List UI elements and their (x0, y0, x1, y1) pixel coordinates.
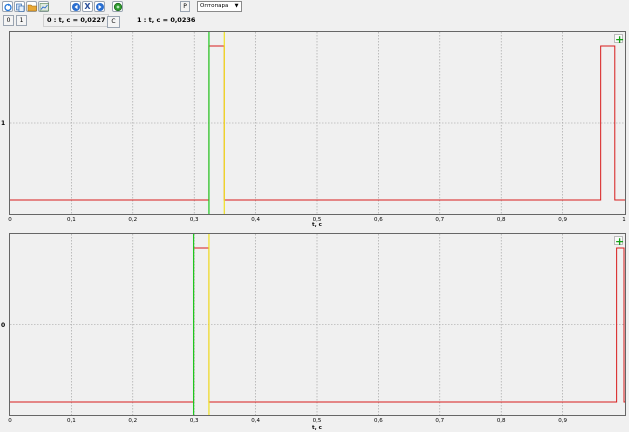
toolbar: X P Оптопара ▼ (0, 0, 629, 13)
mode-select-value: Оптопара (200, 3, 229, 9)
x-axis-label: t, c (312, 222, 322, 228)
x-tick-label: 1 (622, 217, 626, 223)
plot-panel-2: 0 + 0 0,1 0,2 0,3 0,4 0,5 0,6 0,7 0,8 0,9 t, c (0, 232, 629, 432)
x-tick-label: 0,5 (312, 418, 322, 424)
tab-1[interactable]: 1 (16, 15, 27, 26)
c-button[interactable]: C (107, 16, 120, 28)
cursor-bar: 0 1 0 : t, c = 0,0227 C 1 : t, c = 0,023… (0, 14, 629, 28)
x-axis-label: t, c (312, 425, 322, 431)
chart-icon[interactable] (38, 1, 49, 12)
plot-panel-1: 1 + 0 0,1 0,2 0,3 0,4 0,5 0,6 0,7 0,8 0,9 1 t, c (0, 30, 629, 230)
x-tick-label: 0,9 (558, 418, 567, 424)
settings-icon[interactable] (112, 1, 123, 12)
x-tick-label: 0,1 (67, 217, 76, 223)
plot-svg (10, 32, 625, 214)
x-tick-label: 0,4 (251, 217, 260, 223)
x-tick-label: 0,7 (435, 418, 445, 424)
x-tick-label: 0,1 (67, 418, 76, 424)
channel-label: 1 (1, 120, 6, 127)
cursor1-readout: 1 : t, c = 0,0236 (137, 16, 196, 24)
p-button[interactable]: P (180, 1, 190, 12)
cursor0-readout: 0 : t, c = 0,0227 (43, 14, 110, 27)
arrow-left-icon[interactable] (70, 1, 81, 12)
x-tick-label: 0,8 (496, 217, 506, 223)
signal-trace (10, 247, 625, 403)
x-tick-label: 0 (8, 217, 12, 223)
x-tick-label: 0,2 (128, 418, 138, 424)
x-tick-label: 0,7 (435, 217, 445, 223)
plot-area[interactable]: + (9, 233, 626, 416)
copy-icon[interactable] (14, 1, 25, 12)
x-tick-label: 0,3 (189, 418, 199, 424)
add-icon[interactable]: + (614, 236, 624, 247)
x-tick-label: 0,9 (558, 217, 567, 223)
plot-svg (10, 234, 625, 415)
x-tick-label: 0,6 (374, 217, 383, 223)
mode-select[interactable]: Оптопара ▼ (197, 1, 242, 12)
chevron-down-icon: ▼ (234, 3, 239, 9)
x-tick-label: 0,4 (251, 418, 260, 424)
channel-label: 0 (1, 322, 6, 329)
x-tick-label: 0,2 (128, 217, 138, 223)
x-tick-label: 0,8 (496, 418, 506, 424)
add-icon[interactable]: + (614, 34, 624, 45)
close-icon[interactable]: X (82, 1, 93, 12)
x-tick-label: 0,6 (374, 418, 383, 424)
x-tick-label: 0 (8, 418, 12, 424)
tab-0[interactable]: 0 (3, 15, 14, 26)
plot-area[interactable]: + (9, 31, 626, 215)
refresh-icon[interactable] (2, 1, 13, 12)
folder-icon[interactable] (26, 1, 37, 12)
x-tick-label: 0,3 (189, 217, 199, 223)
arrow-right-icon[interactable] (94, 1, 105, 12)
